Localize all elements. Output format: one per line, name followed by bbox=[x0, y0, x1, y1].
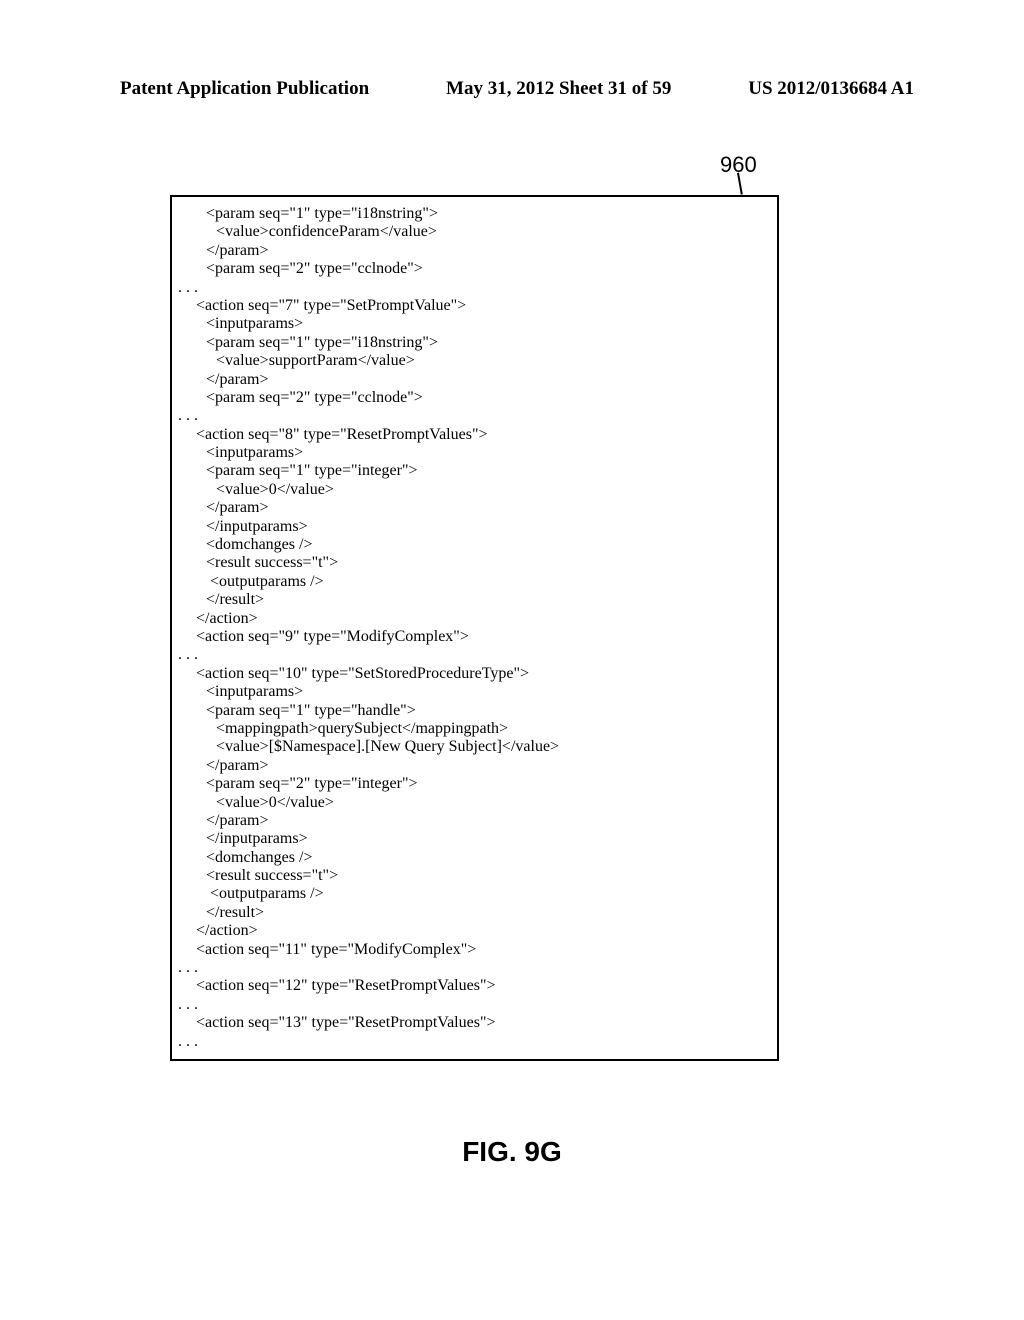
code-line: <action seq="9" type="ModifyComplex"> bbox=[178, 628, 773, 646]
code-line: <action seq="7" type="SetPromptValue"> bbox=[178, 297, 773, 315]
code-line: <action seq="10" type="SetStoredProcedur… bbox=[178, 665, 773, 683]
code-line: </param> bbox=[178, 812, 773, 830]
code-line: . . . bbox=[178, 959, 773, 977]
code-line: <result success="t"> bbox=[178, 867, 773, 885]
page-header: Patent Application Publication May 31, 2… bbox=[0, 78, 1024, 100]
code-line: <action seq="12" type="ResetPromptValues… bbox=[178, 977, 773, 995]
header-left: Patent Application Publication bbox=[120, 78, 369, 100]
code-line: </action> bbox=[178, 922, 773, 940]
code-line: </action> bbox=[178, 610, 773, 628]
code-line: </inputparams> bbox=[178, 518, 773, 536]
code-line: <value>[$Namespace].[New Query Subject]<… bbox=[178, 738, 773, 756]
code-line: . . . bbox=[178, 407, 773, 425]
code-line: <mappingpath>querySubject</mappingpath> bbox=[178, 720, 773, 738]
code-line: <param seq="1" type="i18nstring"> bbox=[178, 205, 773, 223]
header-center: May 31, 2012 Sheet 31 of 59 bbox=[446, 78, 671, 100]
code-line: <param seq="2" type="integer"> bbox=[178, 775, 773, 793]
figure-pointer-line bbox=[737, 173, 746, 197]
code-line: <param seq="1" type="handle"> bbox=[178, 702, 773, 720]
code-line: <domchanges /> bbox=[178, 849, 773, 867]
code-line: <action seq="8" type="ResetPromptValues"… bbox=[178, 426, 773, 444]
code-line: <inputparams> bbox=[178, 683, 773, 701]
code-line: </result> bbox=[178, 904, 773, 922]
code-line: </param> bbox=[178, 371, 773, 389]
code-line: <outputparams /> bbox=[178, 573, 773, 591]
code-line: <value>supportParam</value> bbox=[178, 352, 773, 370]
header-right: US 2012/0136684 A1 bbox=[748, 78, 914, 100]
code-line: . . . bbox=[178, 646, 773, 664]
code-line: <param seq="1" type="i18nstring"> bbox=[178, 334, 773, 352]
code-line: <domchanges /> bbox=[178, 536, 773, 554]
code-line: </param> bbox=[178, 757, 773, 775]
code-line: <action seq="11" type="ModifyComplex"> bbox=[178, 941, 773, 959]
code-line: </inputparams> bbox=[178, 830, 773, 848]
code-line: <param seq="2" type="cclnode"> bbox=[178, 260, 773, 278]
code-line: <value>0</value> bbox=[178, 794, 773, 812]
code-line: <param seq="1" type="integer"> bbox=[178, 462, 773, 480]
code-line: <param seq="2" type="cclnode"> bbox=[178, 389, 773, 407]
code-line: . . . bbox=[178, 279, 773, 297]
code-line: </param> bbox=[178, 499, 773, 517]
code-line: </result> bbox=[178, 591, 773, 609]
code-line: <inputparams> bbox=[178, 444, 773, 462]
code-line: <outputparams /> bbox=[178, 885, 773, 903]
code-line: <value>confidenceParam</value> bbox=[178, 223, 773, 241]
code-line: . . . bbox=[178, 1033, 773, 1051]
code-line: <result success="t"> bbox=[178, 554, 773, 572]
code-line: </param> bbox=[178, 242, 773, 260]
figure-caption: FIG. 9G bbox=[0, 1136, 1024, 1168]
code-line: <value>0</value> bbox=[178, 481, 773, 499]
xml-code-figure: <param seq="1" type="i18nstring"><value>… bbox=[170, 195, 779, 1061]
code-line: <inputparams> bbox=[178, 315, 773, 333]
code-line: . . . bbox=[178, 996, 773, 1014]
code-line: <action seq="13" type="ResetPromptValues… bbox=[178, 1014, 773, 1032]
